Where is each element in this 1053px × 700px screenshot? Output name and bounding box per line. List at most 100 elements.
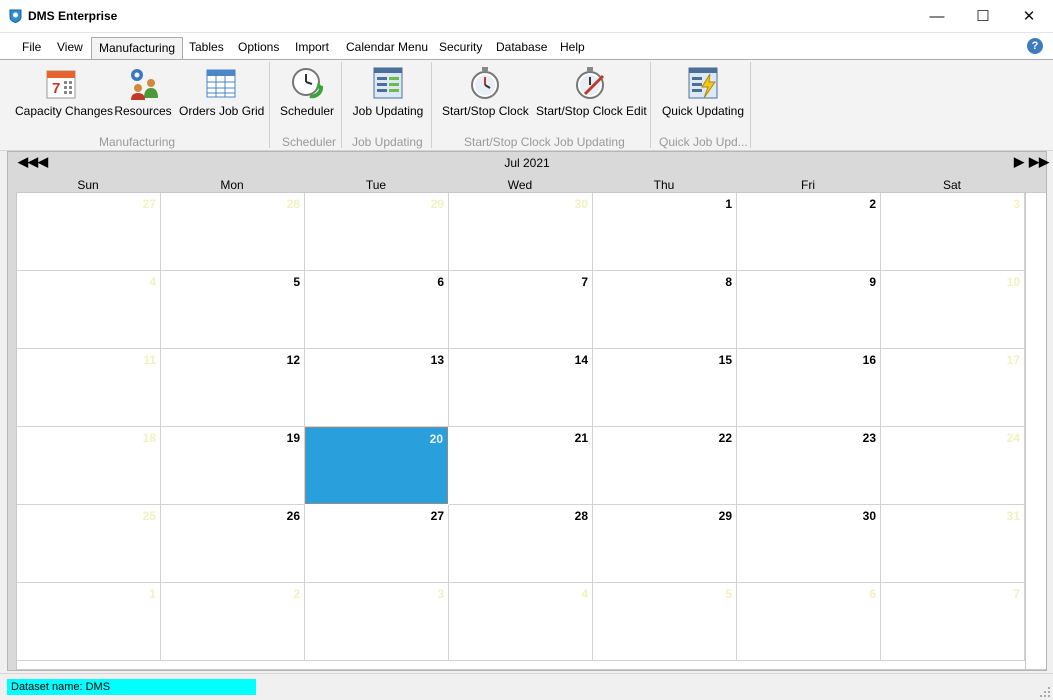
window-title: DMS Enterprise — [28, 9, 118, 23]
day-cell[interactable]: 27 — [305, 505, 449, 583]
menu-calendar-menu[interactable]: Calendar Menu — [346, 40, 428, 54]
day-cell[interactable]: 5 — [593, 583, 737, 661]
day-cell[interactable]: 15 — [593, 349, 737, 427]
menu-help[interactable]: Help — [560, 40, 585, 54]
day-number: 7 — [1013, 587, 1020, 601]
day-cell[interactable]: 24 — [881, 427, 1025, 505]
day-cell[interactable]: 29 — [305, 193, 449, 271]
day-cell[interactable]: 7 — [881, 583, 1025, 661]
day-cell[interactable]: 2 — [737, 193, 881, 271]
day-cell[interactable]: 18 — [17, 427, 161, 505]
day-number: 12 — [286, 353, 300, 367]
menu-tables[interactable]: Tables — [189, 40, 224, 54]
close-button[interactable]: ✕ — [1006, 0, 1052, 32]
day-number: 5 — [293, 275, 300, 289]
day-cell[interactable]: 16 — [737, 349, 881, 427]
day-cell[interactable]: 3 — [881, 193, 1025, 271]
day-cell[interactable]: 26 — [161, 505, 305, 583]
svg-text:7: 7 — [52, 80, 60, 97]
next-month-button[interactable]: ▶ — [1014, 154, 1024, 170]
quick-updating-button[interactable]: Quick Updating — [660, 66, 746, 118]
group-label-scheduler: Scheduler — [282, 135, 337, 149]
people-gear-icon — [131, 69, 158, 100]
day-number: 15 — [718, 353, 732, 367]
day-cell[interactable]: 6 — [737, 583, 881, 661]
weekday-header: Thu — [653, 178, 675, 192]
resize-grip-icon[interactable] — [1040, 687, 1050, 697]
day-number: 30 — [862, 509, 876, 523]
day-number: 25 — [142, 509, 156, 523]
capacity-changes-button[interactable]: 7 Capacity Changes — [15, 66, 114, 118]
day-cell[interactable]: 7 — [449, 271, 593, 349]
day-cell[interactable]: 30 — [449, 193, 593, 271]
stopwatch-edit-icon — [576, 67, 605, 99]
day-cell[interactable]: 5 — [161, 271, 305, 349]
day-cell[interactable]: 17 — [881, 349, 1025, 427]
start-stop-clock-edit-button[interactable]: Start/Stop Clock Edit — [536, 66, 647, 118]
day-number: 21 — [574, 431, 588, 445]
last-month-button[interactable]: ▶▶ — [1029, 154, 1049, 170]
day-cell[interactable]: 30 — [737, 505, 881, 583]
day-cell[interactable]: 21 — [449, 427, 593, 505]
menu-view[interactable]: View — [57, 40, 83, 54]
weekday-header: Wed — [507, 178, 533, 192]
day-number: 28 — [286, 197, 300, 211]
menu-file[interactable]: File — [22, 40, 41, 54]
title-bar: DMS Enterprise — ☐ ✕ — [0, 0, 1053, 33]
calendar-header: ◀◀ ◀ Jul 2021 ▶ ▶▶ Sun Mon Tue Wed Thu F… — [8, 152, 1049, 192]
menu-manufacturing[interactable]: Manufacturing — [91, 37, 184, 61]
day-number: 3 — [1013, 197, 1020, 211]
minimize-button[interactable]: — — [914, 0, 960, 32]
weekday-header: Sun — [77, 178, 99, 192]
day-cell[interactable]: 1 — [17, 583, 161, 661]
day-cell[interactable]: 13 — [305, 349, 449, 427]
day-cell[interactable]: 8 — [593, 271, 737, 349]
day-cell[interactable]: 11 — [17, 349, 161, 427]
menu-database[interactable]: Database — [496, 40, 547, 54]
dataset-label: Dataset name: — [11, 681, 83, 693]
day-cell[interactable]: 31 — [881, 505, 1025, 583]
day-cell[interactable]: 23 — [737, 427, 881, 505]
resources-button[interactable]: Resources — [114, 66, 172, 118]
day-cell[interactable]: 28 — [161, 193, 305, 271]
day-cell[interactable]: 10 — [881, 271, 1025, 349]
day-cell[interactable]: 3 — [305, 583, 449, 661]
menu-options[interactable]: Options — [238, 40, 279, 54]
maximize-button[interactable]: ☐ — [960, 0, 1006, 32]
calendar-icon: 7 — [46, 70, 76, 99]
form-icon — [373, 67, 403, 99]
ribbon: 7 Capacity Changes Resources Orders Job … — [0, 59, 1053, 151]
scheduler-button[interactable]: Scheduler — [280, 66, 334, 118]
day-cell[interactable]: 9 — [737, 271, 881, 349]
day-cell[interactable]: 27 — [17, 193, 161, 271]
day-cell[interactable]: 14 — [449, 349, 593, 427]
day-cell[interactable]: 22 — [593, 427, 737, 505]
job-updating-button[interactable]: Job Updating — [352, 66, 424, 118]
day-cell[interactable]: 4 — [449, 583, 593, 661]
menu-import[interactable]: Import — [295, 40, 329, 54]
dataset-value: DMS — [85, 681, 111, 693]
day-cell[interactable]: 4 — [17, 271, 161, 349]
day-cell-today[interactable]: 20 — [305, 427, 448, 504]
weekday-header: Tue — [365, 178, 387, 192]
day-cell[interactable]: 12 — [161, 349, 305, 427]
capacity-changes-label: Capacity Changes — [15, 104, 114, 118]
day-number: 26 — [286, 509, 300, 523]
day-cell[interactable]: 19 — [161, 427, 305, 505]
day-cell[interactable]: 6 — [305, 271, 449, 349]
day-number: 14 — [574, 353, 588, 367]
day-cell[interactable]: 25 — [17, 505, 161, 583]
day-number: 31 — [1006, 509, 1020, 523]
day-cell[interactable]: 2 — [161, 583, 305, 661]
vertical-scrollbar[interactable] — [1026, 192, 1046, 670]
day-number: 23 — [862, 431, 876, 445]
start-stop-clock-button[interactable]: Start/Stop Clock — [442, 66, 529, 118]
day-number: 2 — [293, 587, 300, 601]
day-cell[interactable]: 29 — [593, 505, 737, 583]
orders-job-grid-button[interactable]: Orders Job Grid — [179, 66, 264, 118]
help-icon[interactable]: ? — [1027, 38, 1043, 54]
menu-security[interactable]: Security — [439, 40, 482, 54]
day-cell[interactable]: 28 — [449, 505, 593, 583]
day-cell[interactable]: 1 — [593, 193, 737, 271]
day-number: 7 — [581, 275, 588, 289]
